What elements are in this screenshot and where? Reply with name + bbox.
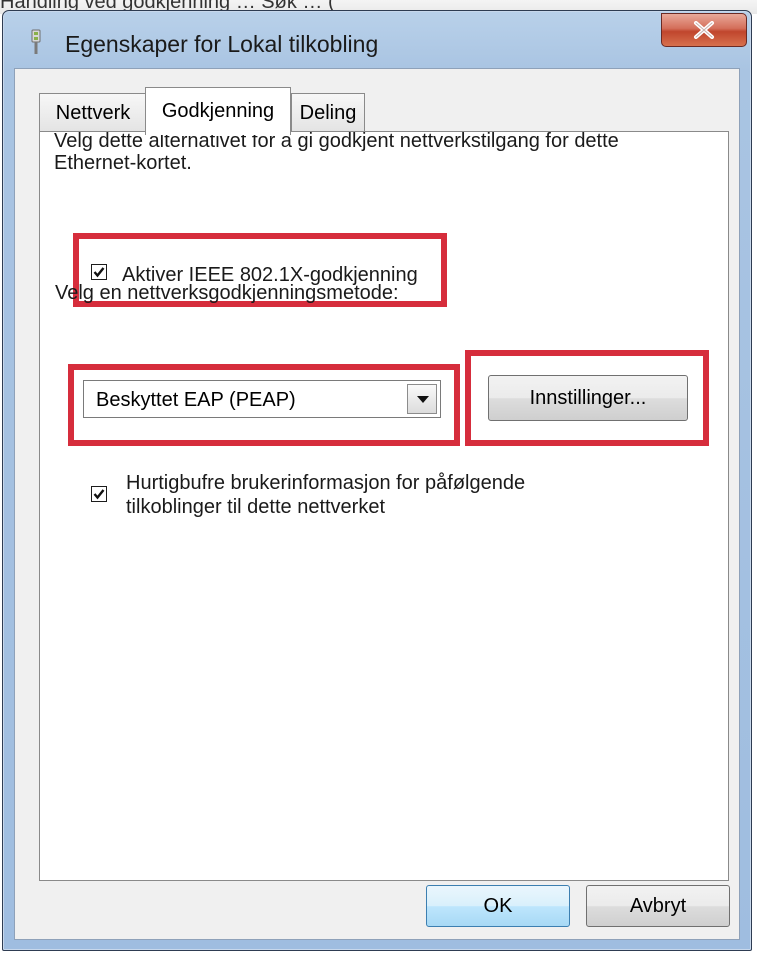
- cache-user-info-label-line1[interactable]: Hurtigbufre brukerinformasjon for påfølg…: [126, 472, 525, 494]
- ok-button[interactable]: OK: [426, 885, 570, 927]
- tab-deling[interactable]: Deling: [291, 93, 365, 133]
- enable-8021x-checkbox[interactable]: [91, 264, 107, 280]
- auth-description: Velg dette alternativet for å gi godkjen…: [54, 130, 619, 174]
- auth-method-value: Beskyttet EAP (PEAP): [96, 389, 296, 411]
- title-bar[interactable]: Egenskaper for Lokal tilkobling: [3, 11, 751, 69]
- tab-nettverk[interactable]: Nettverk: [39, 93, 147, 133]
- close-button[interactable]: [661, 13, 747, 47]
- chevron-down-icon: [417, 396, 429, 403]
- auth-method-label: Velg en nettverksgodkjenningsmetode:: [55, 282, 399, 304]
- cache-user-info-checkbox[interactable]: [91, 486, 107, 502]
- cache-user-info-label-line2[interactable]: tilkoblinger til dette nettverket: [126, 496, 385, 518]
- cancel-button[interactable]: Avbryt: [586, 885, 730, 927]
- window-title: Egenskaper for Lokal tilkobling: [65, 31, 379, 57]
- checkmark-icon: [93, 489, 105, 500]
- dropdown-arrow-button[interactable]: [407, 384, 437, 414]
- tab-godkjenning[interactable]: Godkjenning: [145, 87, 291, 135]
- checkmark-icon: [93, 267, 105, 278]
- auth-method-dropdown[interactable]: Beskyttet EAP (PEAP): [83, 380, 441, 418]
- close-x-icon: [694, 21, 714, 39]
- network-plug-icon: [29, 29, 43, 55]
- settings-button[interactable]: Innstillinger...: [488, 375, 688, 421]
